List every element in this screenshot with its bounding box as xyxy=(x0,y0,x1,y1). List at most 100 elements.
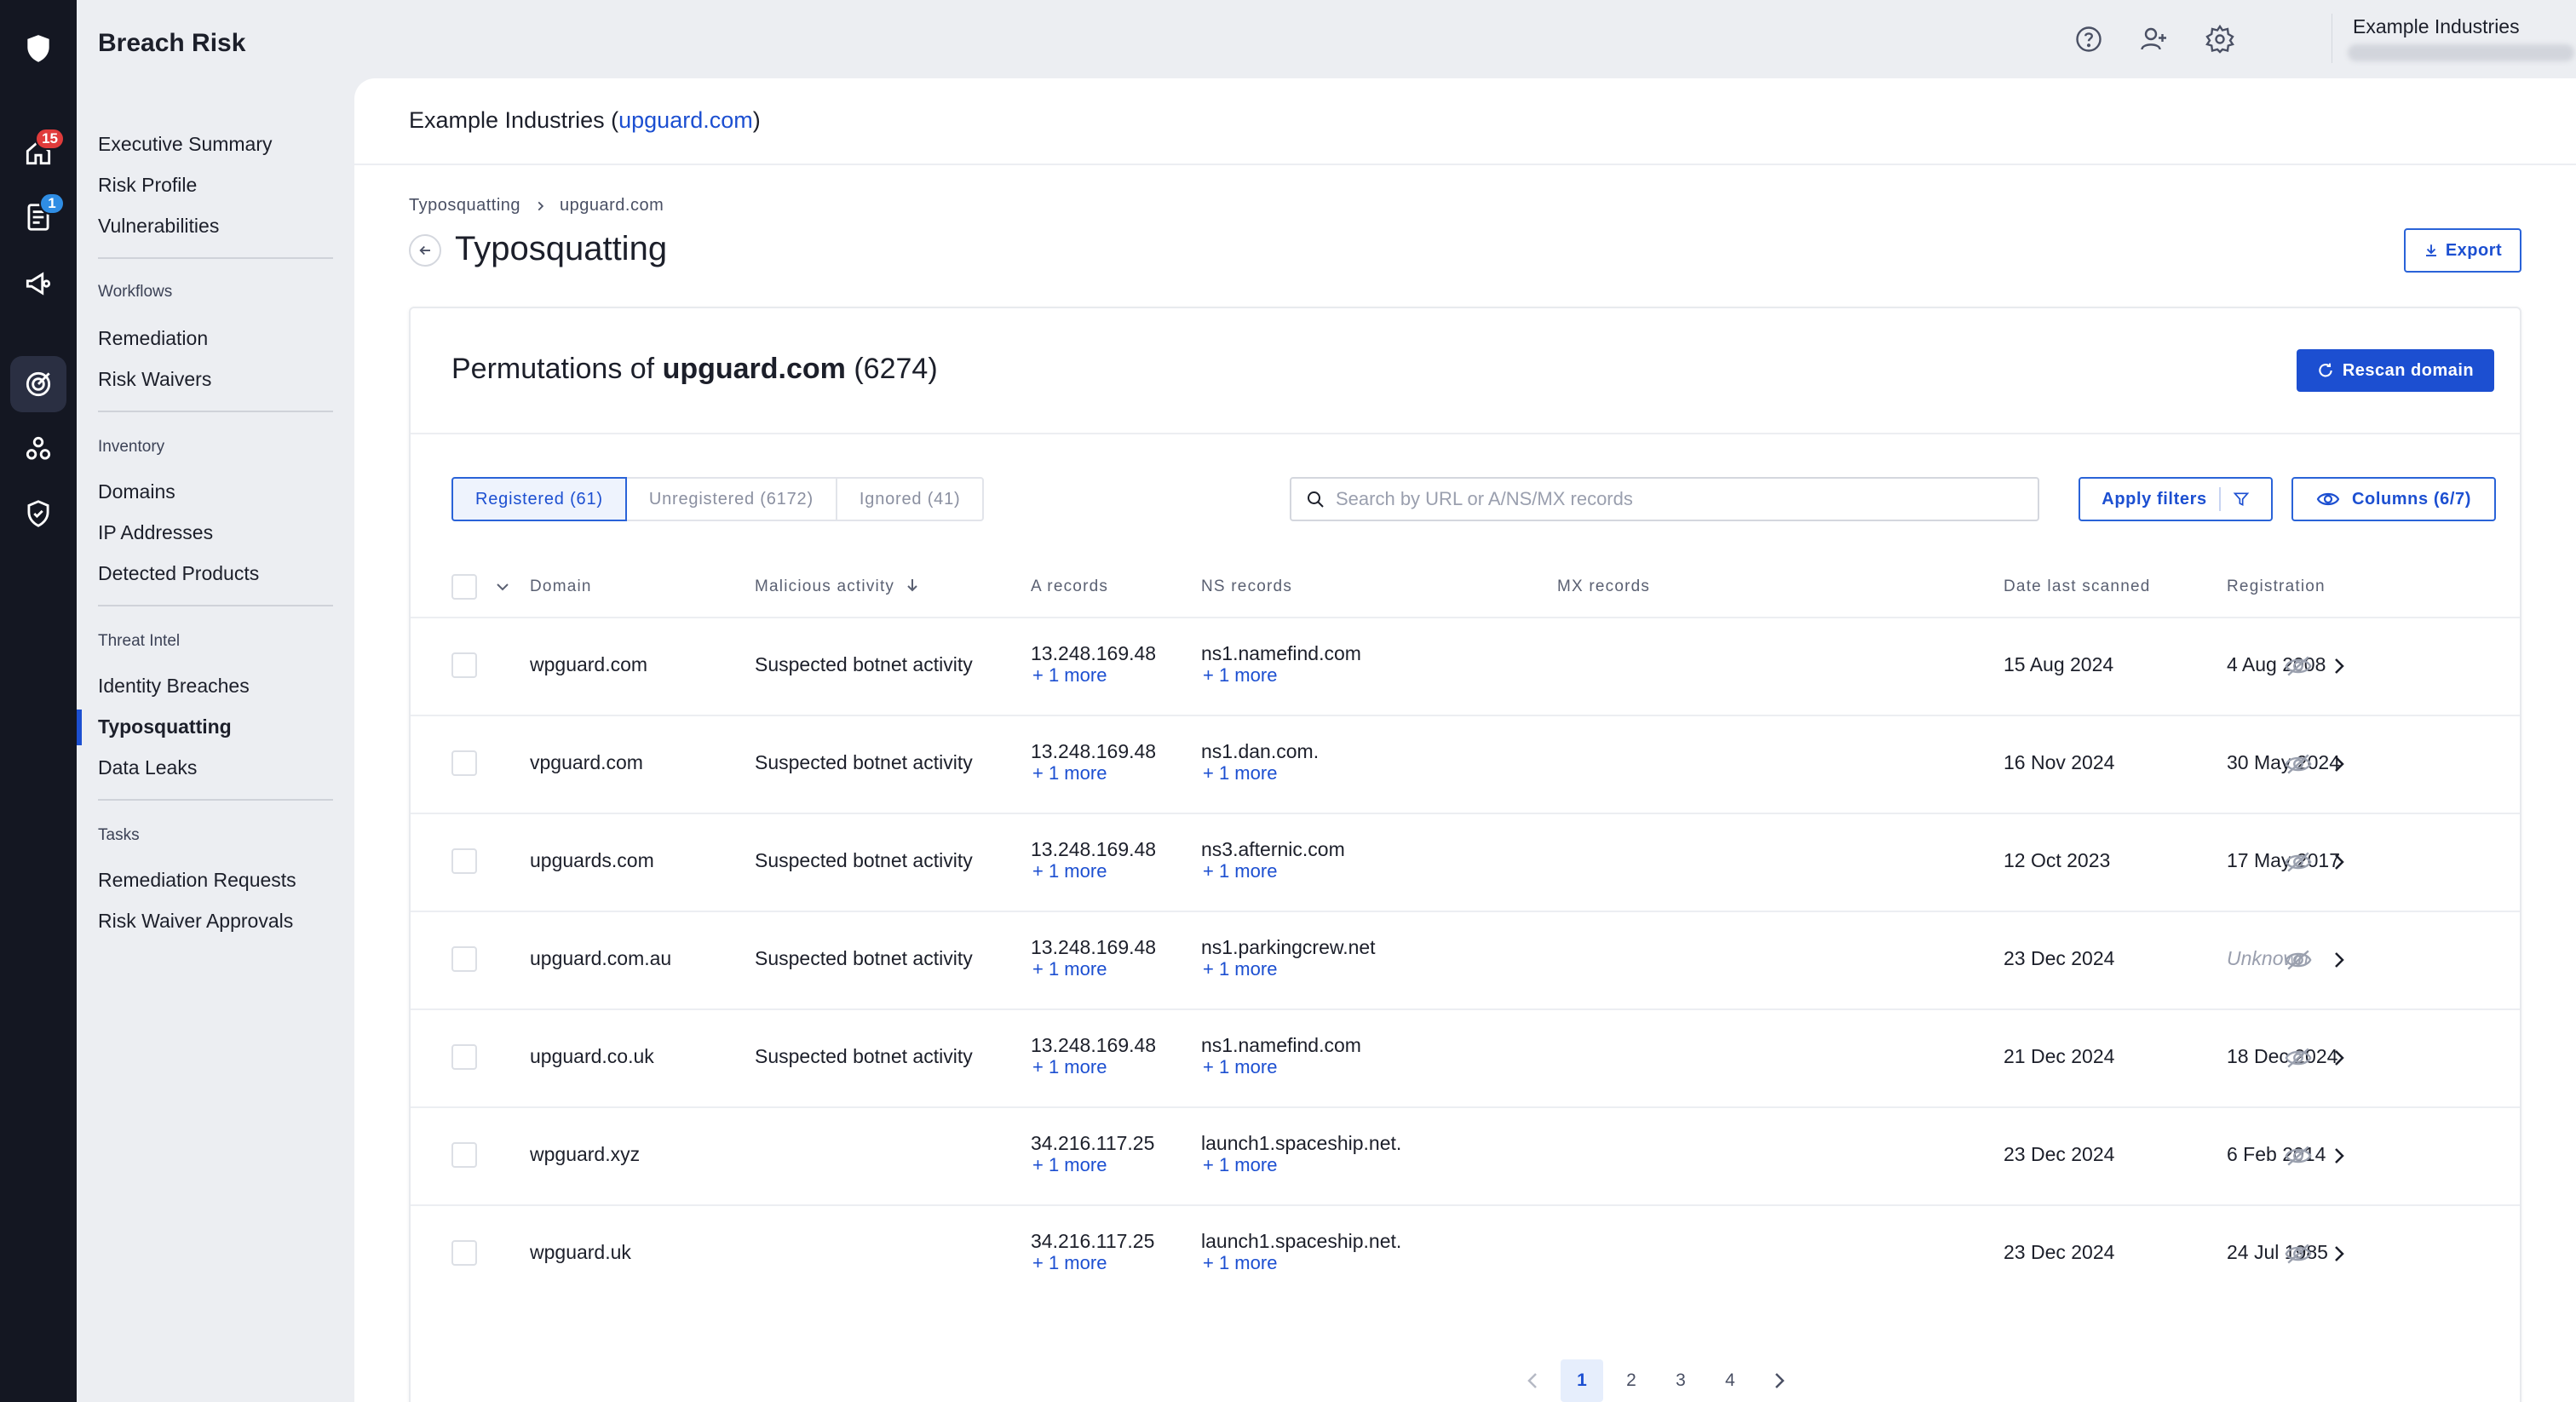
tab-registered[interactable]: Registered (61) xyxy=(451,477,627,521)
apply-filters-button[interactable]: Apply filters xyxy=(2079,477,2273,521)
ignore-eye-off-icon[interactable] xyxy=(2283,1238,2314,1269)
sidebar-item-ip-addresses[interactable]: IP Addresses xyxy=(98,521,213,544)
ns-record-more-link[interactable]: + 1 more xyxy=(1203,958,1277,980)
tab-unregistered[interactable]: Unregistered (6172) xyxy=(627,479,837,520)
ns-record-more-link[interactable]: + 1 more xyxy=(1203,860,1277,882)
app-title: Breach Risk xyxy=(98,29,246,57)
chevron-right-icon[interactable] xyxy=(2324,1238,2355,1269)
ignore-eye-off-icon[interactable] xyxy=(2283,651,2314,681)
search-input[interactable] xyxy=(1336,488,2017,510)
chevron-right-icon[interactable] xyxy=(2324,847,2355,877)
chevron-right-icon[interactable] xyxy=(2324,1043,2355,1073)
ns-record-more-link[interactable]: + 1 more xyxy=(1203,1154,1277,1176)
a-record-more-link[interactable]: + 1 more xyxy=(1032,1252,1107,1274)
row-checkbox[interactable] xyxy=(451,848,477,874)
table-row[interactable]: upguard.co.uk Suspected botnet activity 13… xyxy=(411,1008,2520,1106)
a-record-more-link[interactable]: + 1 more xyxy=(1032,1056,1107,1078)
chevron-down-icon[interactable] xyxy=(496,582,509,592)
ignore-eye-off-icon[interactable] xyxy=(2283,1043,2314,1073)
ns-record-cell: launch1.spaceship.net. xyxy=(1201,1230,1402,1252)
chevron-right-icon[interactable] xyxy=(2324,1141,2355,1171)
sidebar-item-data-leaks[interactable]: Data Leaks xyxy=(98,756,197,779)
settings-gear-icon[interactable] xyxy=(2201,20,2239,58)
ns-record-more-link[interactable]: + 1 more xyxy=(1203,1252,1277,1274)
date-scanned-cell: 23 Dec 2024 xyxy=(2004,947,2115,969)
table-row[interactable]: wpguard.xyz 34.216.117.25 + 1 more launch1.… xyxy=(411,1106,2520,1204)
sidebar-section-inventory: Inventory xyxy=(98,438,165,456)
sidebar-item-risk-waivers[interactable]: Risk Waivers xyxy=(98,368,211,391)
table-row[interactable]: vpguard.com Suspected botnet activity 13.2… xyxy=(411,715,2520,813)
sidebar-item-typosquatting[interactable]: Typosquatting xyxy=(98,715,232,738)
export-button[interactable]: Export xyxy=(2404,228,2521,273)
column-header-malicious-activity[interactable]: Malicious activity xyxy=(755,577,919,596)
row-checkbox[interactable] xyxy=(451,946,477,972)
back-arrow-icon[interactable] xyxy=(409,234,441,267)
next-page-icon[interactable] xyxy=(1758,1359,1801,1402)
reports-icon[interactable]: 1 xyxy=(10,189,66,245)
sidebar-item-detected-products[interactable]: Detected Products xyxy=(98,562,259,585)
page-button[interactable]: 3 xyxy=(1659,1359,1702,1402)
previous-page-icon[interactable] xyxy=(1511,1359,1554,1402)
ignore-eye-off-icon[interactable] xyxy=(2283,945,2314,975)
columns-button[interactable]: Columns (6/7) xyxy=(2291,477,2496,521)
ignore-eye-off-icon[interactable] xyxy=(2283,847,2314,877)
page-button[interactable]: 1 xyxy=(1561,1359,1603,1402)
app-rail: 15 1 xyxy=(0,0,77,1402)
sidebar-item-risk-profile[interactable]: Risk Profile xyxy=(98,174,197,197)
rescan-domain-button[interactable]: Rescan domain xyxy=(2297,349,2494,392)
page-button[interactable]: 4 xyxy=(1709,1359,1751,1402)
help-icon[interactable] xyxy=(2070,20,2107,58)
target-icon[interactable] xyxy=(10,356,66,412)
vendors-icon[interactable] xyxy=(10,421,66,477)
a-record-more-link[interactable]: + 1 more xyxy=(1032,762,1107,784)
row-checkbox[interactable] xyxy=(451,1044,477,1070)
row-checkbox[interactable] xyxy=(451,750,477,776)
column-header-a-records[interactable]: A records xyxy=(1031,577,1108,596)
sidebar-item-vulnerabilities[interactable]: Vulnerabilities xyxy=(98,215,219,238)
column-header-registration[interactable]: Registration xyxy=(2227,577,2326,596)
home-icon[interactable]: 15 xyxy=(10,124,66,181)
page-button[interactable]: 2 xyxy=(1610,1359,1653,1402)
chevron-right-icon[interactable] xyxy=(2324,749,2355,779)
ns-record-more-link[interactable]: + 1 more xyxy=(1203,664,1277,687)
shield-logo-icon[interactable] xyxy=(10,20,66,77)
a-record-more-link[interactable]: + 1 more xyxy=(1032,1154,1107,1176)
row-checkbox[interactable] xyxy=(451,652,477,678)
chevron-right-icon[interactable] xyxy=(2324,945,2355,975)
ns-record-more-link[interactable]: + 1 more xyxy=(1203,1056,1277,1078)
breadcrumb-item[interactable]: upguard.com xyxy=(560,196,664,215)
select-all-checkbox[interactable] xyxy=(451,574,477,600)
column-header-mx-records[interactable]: MX records xyxy=(1557,577,1650,596)
tab-ignored[interactable]: Ignored (41) xyxy=(837,479,983,520)
add-user-icon[interactable] xyxy=(2135,20,2172,58)
table-row[interactable]: wpguard.com Suspected botnet activity 13.2… xyxy=(411,617,2520,715)
chevron-right-icon[interactable] xyxy=(2324,651,2355,681)
sidebar-item-remediation-requests[interactable]: Remediation Requests xyxy=(98,869,296,892)
sidebar-item-remediation[interactable]: Remediation xyxy=(98,327,208,350)
table-row[interactable]: upguard.com.au Suspected botnet activity 1… xyxy=(411,911,2520,1008)
ns-record-more-link[interactable]: + 1 more xyxy=(1203,762,1277,784)
sidebar-item-domains[interactable]: Domains xyxy=(98,480,175,503)
column-header-date-last-scanned[interactable]: Date last scanned xyxy=(2004,577,2151,596)
column-header-domain[interactable]: Domain xyxy=(530,577,592,596)
table-row[interactable]: wpguard.uk 34.216.117.25 + 1 more launch1.s… xyxy=(411,1204,2520,1302)
column-header-ns-records[interactable]: NS records xyxy=(1201,577,1292,596)
refresh-icon xyxy=(2319,363,2332,377)
a-record-more-link[interactable]: + 1 more xyxy=(1032,664,1107,687)
shield-check-icon[interactable] xyxy=(10,486,66,542)
org-domain-link[interactable]: upguard.com xyxy=(618,107,753,133)
ignore-eye-off-icon[interactable] xyxy=(2283,749,2314,779)
ignore-eye-off-icon[interactable] xyxy=(2283,1141,2314,1171)
row-checkbox[interactable] xyxy=(451,1240,477,1266)
breadcrumb-item[interactable]: Typosquatting xyxy=(409,196,520,215)
org-switcher-name[interactable]: Example Industries xyxy=(2353,15,2520,38)
megaphone-icon[interactable] xyxy=(10,256,66,312)
sidebar-item-risk-waiver-approvals[interactable]: Risk Waiver Approvals xyxy=(98,910,293,933)
a-record-more-link[interactable]: + 1 more xyxy=(1032,860,1107,882)
a-record-more-link[interactable]: + 1 more xyxy=(1032,958,1107,980)
date-scanned-cell: 23 Dec 2024 xyxy=(2004,1241,2115,1263)
row-checkbox[interactable] xyxy=(451,1142,477,1168)
sidebar-item-identity-breaches[interactable]: Identity Breaches xyxy=(98,675,250,698)
sidebar-item-executive-summary[interactable]: Executive Summary xyxy=(98,133,273,156)
table-row[interactable]: upguards.com Suspected botnet activity 13.… xyxy=(411,813,2520,911)
